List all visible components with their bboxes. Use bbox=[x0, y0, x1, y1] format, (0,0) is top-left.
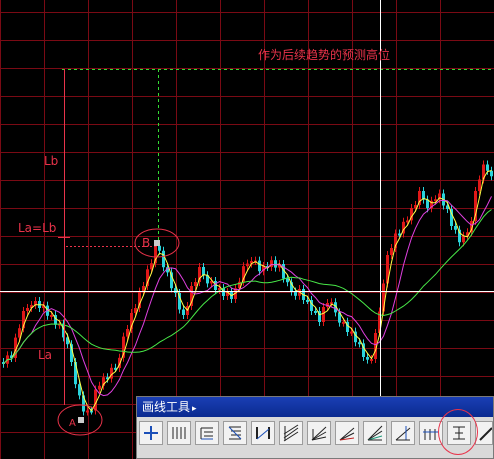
stock-chart-window[interactable]: 作为后续趋势的预测高位 Lb La=Lb La B A 画线工具 ▸ bbox=[0, 0, 494, 459]
candle-body bbox=[314, 311, 317, 313]
candle-body bbox=[294, 291, 297, 296]
candle-body bbox=[246, 263, 249, 267]
candle-body bbox=[486, 164, 489, 171]
point-a-marker bbox=[78, 417, 84, 423]
candle-body bbox=[454, 226, 457, 230]
toolbar-title-bar[interactable]: 画线工具 ▸ bbox=[137, 397, 493, 417]
toolbar-button[interactable] bbox=[251, 421, 275, 445]
crosshair-tool-icon bbox=[144, 426, 158, 440]
candle-body bbox=[478, 179, 481, 191]
candle-body bbox=[50, 315, 53, 317]
toolbar-button[interactable] bbox=[335, 421, 359, 445]
candle-body bbox=[194, 282, 197, 286]
candlestick-chart[interactable] bbox=[0, 0, 494, 459]
candle-body bbox=[258, 260, 261, 272]
toolbar-button[interactable] bbox=[363, 421, 387, 445]
point-b-label: B bbox=[142, 236, 151, 250]
draw-extra-tool-icon bbox=[479, 427, 492, 441]
tool-highlight-ring bbox=[438, 409, 478, 455]
candle-body bbox=[350, 331, 353, 334]
fibonacci-levels-tool-icon bbox=[200, 427, 213, 440]
candle-body bbox=[182, 309, 185, 315]
candle-body bbox=[390, 248, 393, 255]
prediction-label: 作为后续趋势的预测高位 bbox=[258, 48, 391, 62]
price-candles bbox=[2, 160, 493, 416]
toolbar-button[interactable] bbox=[167, 421, 191, 445]
toolbar-button[interactable] bbox=[279, 421, 303, 445]
candle-body bbox=[162, 250, 165, 268]
trend-angle-tool-icon bbox=[395, 426, 411, 441]
chart-grid bbox=[0, 0, 494, 459]
percentage-levels-tool-icon bbox=[228, 426, 242, 440]
gann-lines-tool-icon bbox=[367, 425, 383, 441]
candle-body bbox=[490, 170, 493, 177]
candle-body bbox=[366, 357, 369, 360]
candle-body bbox=[86, 410, 89, 413]
point-b-marker bbox=[154, 240, 160, 246]
candle-body bbox=[274, 260, 277, 268]
candle-body bbox=[342, 321, 345, 324]
toolbar-title: 画线工具 bbox=[142, 400, 191, 414]
candle-body bbox=[26, 308, 29, 311]
la-equals-lb-label: La=Lb bbox=[18, 221, 57, 235]
candle-body bbox=[358, 342, 361, 345]
fan-lines-tool-icon bbox=[311, 426, 327, 441]
candle-body bbox=[158, 245, 161, 251]
candle-body bbox=[286, 278, 289, 283]
candle-body bbox=[94, 389, 97, 411]
candle-body bbox=[322, 307, 325, 322]
lb-label: Lb bbox=[44, 154, 59, 168]
toolbar-button[interactable] bbox=[139, 421, 163, 445]
candle-body bbox=[462, 235, 465, 243]
vertical-lines-tool-icon bbox=[172, 427, 186, 439]
speed-lines-tool-icon bbox=[339, 427, 355, 441]
toolbar-button[interactable] bbox=[223, 421, 247, 445]
drawing-toolbar[interactable]: 画线工具 ▸ bbox=[136, 396, 494, 459]
toolbar-button[interactable] bbox=[391, 421, 415, 445]
point-a-label: A bbox=[69, 418, 76, 429]
toolbar-menu-arrow-icon[interactable]: ▸ bbox=[192, 404, 197, 414]
channel-bracket-tool-icon bbox=[256, 427, 270, 440]
parallel-lines-tool-icon bbox=[283, 424, 299, 442]
candle-body bbox=[98, 385, 101, 390]
candle-body bbox=[306, 300, 309, 302]
toolbar-button[interactable] bbox=[195, 421, 219, 445]
la-label: La bbox=[38, 348, 53, 362]
candle-body bbox=[202, 267, 205, 276]
toolbar-button[interactable] bbox=[307, 421, 331, 445]
